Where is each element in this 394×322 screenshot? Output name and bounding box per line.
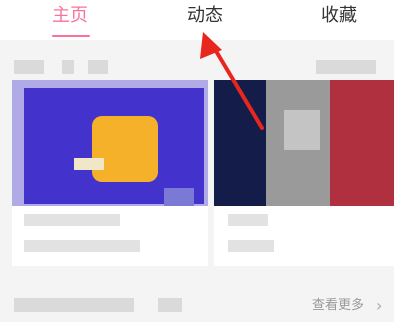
tab-home[interactable]: 主页	[52, 4, 88, 28]
tab-favorites[interactable]: 收藏	[321, 4, 357, 28]
video-thumbnail[interactable]	[214, 80, 394, 206]
tab-bar: 主页 动态 收藏	[0, 0, 394, 40]
blurred-video-title	[24, 214, 120, 226]
thumbnail-image	[330, 80, 394, 206]
video-card-right[interactable]	[214, 80, 394, 266]
video-thumbnail[interactable]	[12, 80, 208, 206]
active-tab-indicator	[52, 35, 90, 37]
blurred-video-meta	[228, 240, 274, 252]
see-more-link[interactable]: 查看更多	[312, 296, 364, 316]
thumbnail-detail	[74, 158, 104, 170]
thumbnail-detail	[164, 188, 194, 206]
blurred-video-meta	[24, 240, 140, 252]
tab-dynamic[interactable]: 动态	[187, 4, 223, 28]
sun-graphic	[92, 116, 158, 182]
blurred-section-title	[14, 60, 44, 74]
video-card-left[interactable]	[12, 80, 208, 266]
blurred-section-meta	[88, 60, 108, 74]
thumbnail-image	[24, 88, 204, 206]
blurred-next-section-title	[14, 298, 134, 312]
blurred-section-link	[316, 60, 376, 74]
blurred-section-count	[62, 60, 74, 74]
thumbnail-image	[214, 80, 266, 206]
thumbnail-image	[284, 110, 320, 150]
chevron-right-icon[interactable]: ›	[376, 296, 382, 316]
blurred-next-section-count	[158, 298, 182, 312]
blurred-video-title	[228, 214, 268, 226]
